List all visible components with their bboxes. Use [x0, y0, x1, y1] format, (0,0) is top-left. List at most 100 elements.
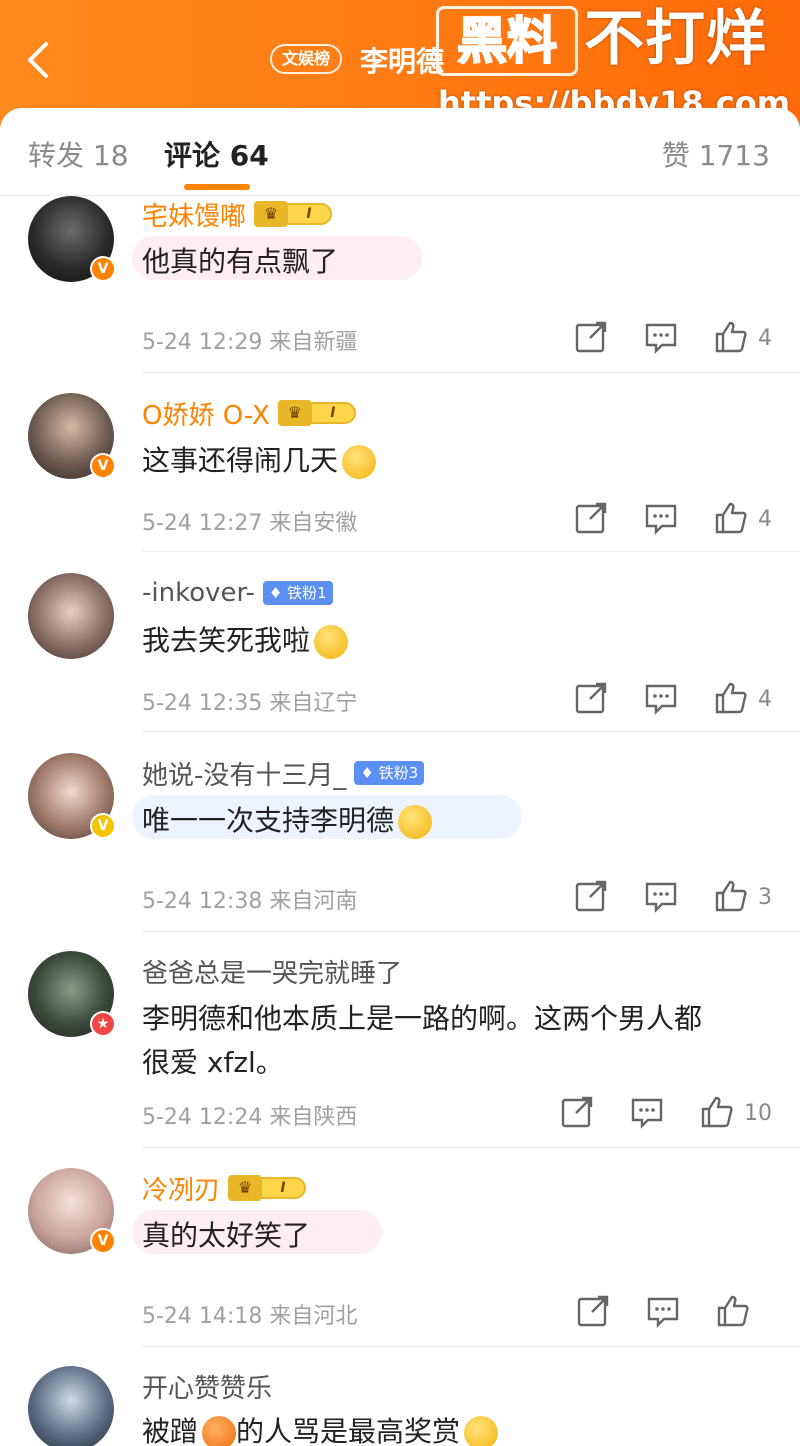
watermark-main-text: 不打烊 — [584, 4, 767, 74]
comment-actions: 3 — [574, 877, 772, 917]
share-button[interactable] — [574, 681, 610, 717]
share-button[interactable] — [560, 1095, 596, 1131]
comment-text: 被蹭 的人骂是最高奖赏 — [142, 1410, 772, 1446]
comment-meta: 5-24 12:29 来自新疆 — [142, 324, 357, 356]
comment-meta: 5-24 12:35 来自辽宁 — [142, 685, 357, 717]
comment-icon — [645, 684, 677, 715]
reply-button[interactable] — [646, 1294, 682, 1330]
divider — [142, 372, 800, 373]
avatar[interactable] — [28, 1366, 114, 1446]
emoji-icon — [342, 445, 377, 479]
share-icon — [577, 1295, 609, 1327]
like-button[interactable] — [700, 1095, 736, 1131]
comment-meta: 5-24 12:27 来自安徽 — [142, 505, 357, 537]
comment-meta: 5-24 14:18 来自河北 — [142, 1298, 357, 1330]
share-icon — [575, 502, 607, 534]
thumbs-up-icon — [701, 1096, 733, 1128]
reply-button[interactable] — [644, 501, 680, 537]
comment-text: 真的太好笑了 — [142, 1219, 311, 1252]
vip-crown-icon: ♛ I — [277, 400, 362, 426]
divider — [142, 1147, 800, 1148]
user-row: O娇娇 O-X ♛ I — [142, 395, 362, 431]
comment-icon — [645, 323, 677, 354]
divider — [142, 931, 800, 932]
tab-bar: 转发 18 评论 64 赞 1713 — [0, 108, 800, 196]
user-row: 冷冽刃 ♛ I — [142, 1170, 312, 1206]
thumbs-up-icon — [715, 682, 747, 714]
like-button[interactable] — [716, 1294, 752, 1330]
user-row: 开心赞赞乐 — [142, 1368, 272, 1404]
comment-text-line: 很爱 xfzl。 — [142, 1046, 284, 1079]
like-button[interactable] — [714, 320, 750, 356]
reply-button[interactable] — [644, 879, 680, 915]
chevron-left-icon — [28, 42, 48, 78]
tab-comments[interactable]: 评论 64 — [164, 134, 269, 174]
user-row: 宅妹馒嘟 ♛ I — [142, 196, 338, 232]
like-count: 3 — [758, 884, 772, 910]
reply-button[interactable] — [644, 681, 680, 717]
comment-time: 5-24 12:27 — [142, 511, 263, 536]
comment-text: 这事还得闹几天 — [142, 439, 772, 483]
comment-text: 他真的有点飘了 — [142, 245, 339, 278]
hot-list-tag[interactable]: 文娱榜 — [270, 44, 343, 74]
comment-location: 来自辽宁 — [269, 691, 358, 716]
back-button[interactable] — [20, 38, 60, 82]
comment-actions: 4 — [574, 499, 772, 539]
watermark-box-text: 黑料 — [436, 6, 578, 76]
comment-meta: 5-24 12:24 来自陕西 — [142, 1099, 357, 1131]
reply-button[interactable] — [644, 320, 680, 356]
verified-badge-icon: V — [90, 453, 116, 479]
peach-emoji-icon — [202, 1416, 237, 1446]
comment-time: 5-24 12:24 — [142, 1105, 263, 1130]
username[interactable]: -inkover- — [142, 578, 255, 608]
thumbs-up-icon — [715, 880, 747, 912]
comment-time: 5-24 12:38 — [142, 889, 263, 914]
username[interactable]: 她说-没有十三月_ — [142, 755, 346, 792]
vip-crown-icon: ♛ I — [254, 201, 338, 227]
thumbs-up-icon — [717, 1295, 749, 1327]
comment-actions: 10 — [560, 1093, 772, 1133]
username[interactable]: 冷冽刃 — [142, 1170, 220, 1207]
comment-icon — [645, 882, 677, 913]
like-count: 4 — [758, 686, 772, 712]
fan-level-badge: ♦ 铁粉3 — [354, 761, 425, 785]
like-button[interactable] — [714, 681, 750, 717]
like-button[interactable] — [714, 501, 750, 537]
comment-location: 来自河北 — [269, 1304, 358, 1329]
share-button[interactable] — [574, 501, 610, 537]
active-tab-indicator — [184, 184, 250, 190]
comment-text: 我去笑死我啦 — [142, 619, 772, 663]
verified-badge-icon: V — [90, 256, 116, 282]
like-button[interactable] — [714, 879, 750, 915]
share-icon — [575, 682, 607, 714]
comment-time: 5-24 14:18 — [142, 1304, 263, 1329]
avatar[interactable] — [28, 573, 114, 659]
comment-location: 来自河南 — [269, 889, 358, 914]
divider — [142, 551, 800, 552]
verified-badge-icon: V — [90, 1228, 116, 1254]
share-button[interactable] — [574, 879, 610, 915]
username[interactable]: 爸爸总是一哭完就睡了 — [142, 953, 402, 990]
comment-actions: 4 — [574, 318, 772, 358]
tab-reposts[interactable]: 转发 18 — [28, 134, 129, 174]
share-button[interactable] — [574, 320, 610, 356]
like-count: 4 — [758, 506, 772, 532]
divider — [142, 731, 800, 732]
like-count: 10 — [744, 1100, 772, 1126]
comment-text-line: 李明德和他本质上是一路的啊。这两个男人都 — [142, 1002, 703, 1035]
comment-actions — [576, 1292, 772, 1332]
crying-laughing-emoji-icon — [398, 805, 433, 839]
share-icon — [575, 880, 607, 912]
emoji-icon — [464, 1416, 499, 1446]
share-button[interactable] — [576, 1294, 612, 1330]
username[interactable]: 开心赞赞乐 — [142, 1368, 272, 1405]
comment-location: 来自陕西 — [269, 1105, 358, 1130]
reply-button[interactable] — [630, 1095, 666, 1131]
thumbs-up-icon — [715, 321, 747, 353]
username[interactable]: O娇娇 O-X — [142, 395, 270, 432]
username[interactable]: 宅妹馒嘟 — [142, 196, 246, 233]
comment-icon — [647, 1297, 679, 1328]
tab-likes[interactable]: 赞 1713 — [662, 134, 770, 174]
user-row: -inkover- ♦ 铁粉1 — [142, 575, 333, 611]
comment-icon — [645, 504, 677, 535]
